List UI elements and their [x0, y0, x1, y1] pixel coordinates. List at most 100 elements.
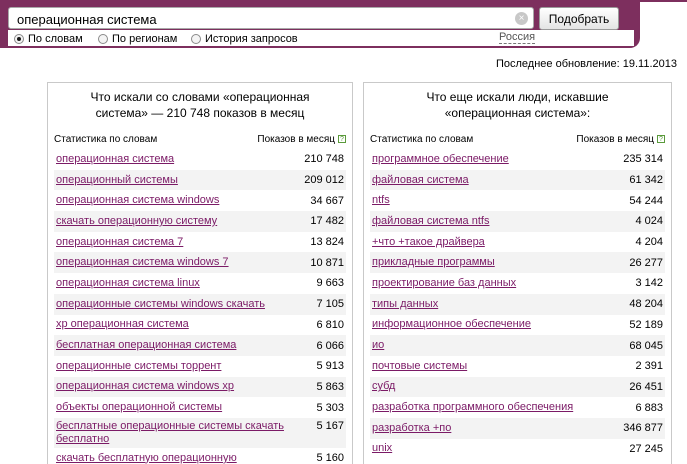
keyword-link[interactable]: операционная система windows xp — [56, 380, 234, 393]
col-shows-label: Показов в месяц — [576, 133, 654, 145]
help-icon[interactable]: ? — [338, 135, 346, 143]
shows-count: 26 277 — [629, 256, 663, 269]
keyword-link[interactable]: ио — [372, 339, 384, 352]
radio-by-words[interactable]: По словам — [14, 32, 83, 45]
shows-count: 26 451 — [629, 380, 663, 393]
keyword-link[interactable]: бесплатные операционные системы скачать … — [56, 420, 316, 446]
shows-count: 52 189 — [629, 318, 663, 331]
keyword-link[interactable]: прикладные программы — [372, 256, 495, 269]
words-list: операционная система 210 748 операционный … — [54, 149, 346, 464]
shows-count: 5 167 — [316, 419, 344, 432]
help-icon[interactable]: ? — [657, 135, 665, 143]
table-row: операционная система windows 34 667 — [54, 190, 346, 211]
keyword-link[interactable]: скачать бесплатную операционную — [56, 452, 237, 464]
table-row: +что +такое драйвера 4 204 — [370, 232, 665, 253]
keyword-link[interactable]: типы данных — [372, 298, 438, 311]
table-row: операционные системы windows скачать 7 10… — [54, 293, 346, 315]
panel-title: Что еще искали люди, искавшие «операцион… — [426, 90, 609, 120]
search-header: × Подобрать По словам По регионам Истори… — [0, 0, 687, 50]
keyword-link[interactable]: xp операционная система — [56, 318, 189, 331]
shows-count: 235 314 — [623, 153, 663, 166]
shows-count: 27 245 — [629, 442, 663, 455]
table-row: ntfs 54 244 — [370, 190, 665, 211]
shows-count: 7 105 — [316, 298, 344, 311]
keyword-link[interactable]: информационное обеспечение — [372, 318, 531, 331]
shows-count: 4 204 — [635, 236, 663, 249]
shows-count: 3 142 — [635, 277, 663, 290]
shows-count: 17 482 — [310, 215, 344, 228]
radio-by-regions[interactable]: По регионам — [98, 32, 177, 45]
clear-icon[interactable]: × — [515, 12, 528, 25]
column-header: Статистика по словам Показов в месяц ? — [370, 132, 665, 146]
submit-button[interactable]: Подобрать — [539, 7, 619, 30]
table-row: операционная система linux 9 663 — [54, 273, 346, 294]
shows-count: 34 667 — [310, 194, 344, 207]
col-shows-label: Показов в месяц — [257, 133, 335, 145]
table-row: типы данных 48 204 — [370, 293, 665, 315]
words-panel: Что искали со словами «операционная сист… — [47, 82, 353, 464]
shows-count: 48 204 — [629, 298, 663, 311]
radio-unchecked-icon — [98, 33, 108, 44]
keyword-link[interactable]: операционные системы windows скачать — [56, 298, 265, 311]
shows-count: 346 877 — [623, 422, 663, 435]
table-row: проектирование баз данных 3 142 — [370, 273, 665, 294]
shows-count: 6 066 — [316, 339, 344, 352]
radio-unchecked-icon — [191, 33, 201, 44]
keyword-link[interactable]: операционная система windows 7 — [56, 256, 229, 269]
keyword-link[interactable]: операционный системы — [56, 174, 178, 187]
keyword-link[interactable]: разработка +по — [372, 422, 451, 435]
shows-count: 10 871 — [310, 256, 344, 269]
shows-count: 13 824 — [310, 236, 344, 249]
table-row: почтовые системы 2 391 — [370, 356, 665, 377]
table-row: xp операционная система 6 810 — [54, 315, 346, 336]
table-row: файловая система 61 342 — [370, 169, 665, 191]
keyword-link[interactable]: операционная система — [56, 153, 174, 166]
keyword-link[interactable]: объекты операционной системы — [56, 401, 222, 414]
keyword-link[interactable]: +что +такое драйвера — [372, 236, 485, 249]
keyword-link[interactable]: операционные системы торрент — [56, 360, 221, 373]
table-row: операционная система windows xp 5 863 — [54, 376, 346, 398]
keyword-link[interactable]: скачать операционную систему — [56, 215, 217, 228]
keyword-link[interactable]: программное обеспечение — [372, 153, 509, 166]
keyword-link[interactable]: unix — [372, 442, 392, 455]
search-options: По словам По регионам История запросов Р… — [8, 30, 634, 46]
keyword-link[interactable]: операционная система windows — [56, 194, 219, 207]
shows-count: 54 244 — [629, 194, 663, 207]
table-row: разработка программного обеспечения 6 883 — [370, 397, 665, 418]
table-row: субд 26 451 — [370, 376, 665, 398]
shows-count: 6 810 — [316, 318, 344, 331]
region-selector[interactable]: Россия — [499, 31, 536, 44]
keyword-link[interactable]: разработка программного обеспечения — [372, 401, 573, 414]
table-row: скачать бесплатную операционную 5 160 — [54, 448, 346, 464]
search-box[interactable]: × — [8, 7, 534, 29]
related-panel: Что еще искали люди, искавшие «операцион… — [363, 82, 672, 464]
keyword-link[interactable]: проектирование баз данных — [372, 277, 516, 290]
table-row: прикладные программы 26 277 — [370, 252, 665, 274]
col-stats-label: Статистика по словам — [370, 133, 474, 145]
keyword-link[interactable]: бесплатная операционная система — [56, 339, 236, 352]
keyword-link[interactable]: операционная система linux — [56, 277, 200, 290]
keyword-link[interactable]: файловая система — [372, 174, 469, 187]
table-row: операционная система windows 7 10 871 — [54, 252, 346, 274]
keyword-link[interactable]: почтовые системы — [372, 360, 467, 373]
table-row: информационное обеспечение 52 189 — [370, 315, 665, 336]
table-row: скачать операционную систему 17 482 — [54, 211, 346, 232]
table-row: объекты операционной системы 5 303 — [54, 397, 346, 418]
col-shows-header: Показов в месяц ? — [576, 134, 665, 145]
table-row: программное обеспечение 235 314 — [370, 149, 665, 170]
radio-history[interactable]: История запросов — [191, 32, 298, 45]
header-line — [640, 0, 687, 2]
keyword-link[interactable]: субд — [372, 380, 395, 393]
shows-count: 210 748 — [304, 153, 344, 166]
keyword-link[interactable]: ntfs — [372, 194, 390, 207]
shows-count: 68 045 — [629, 339, 663, 352]
table-row: бесплатная операционная система 6 066 — [54, 335, 346, 356]
table-row: операционная система 7 13 824 — [54, 232, 346, 253]
search-input[interactable] — [17, 11, 507, 27]
table-row: unix 27 245 — [370, 439, 665, 460]
keyword-link[interactable]: операционная система 7 — [56, 236, 183, 249]
keyword-link[interactable]: файловая система ntfs — [372, 215, 489, 228]
radio-label: По словам — [28, 32, 83, 45]
table-row: операционный системы 209 012 — [54, 169, 346, 191]
shows-count: 209 012 — [304, 174, 344, 187]
